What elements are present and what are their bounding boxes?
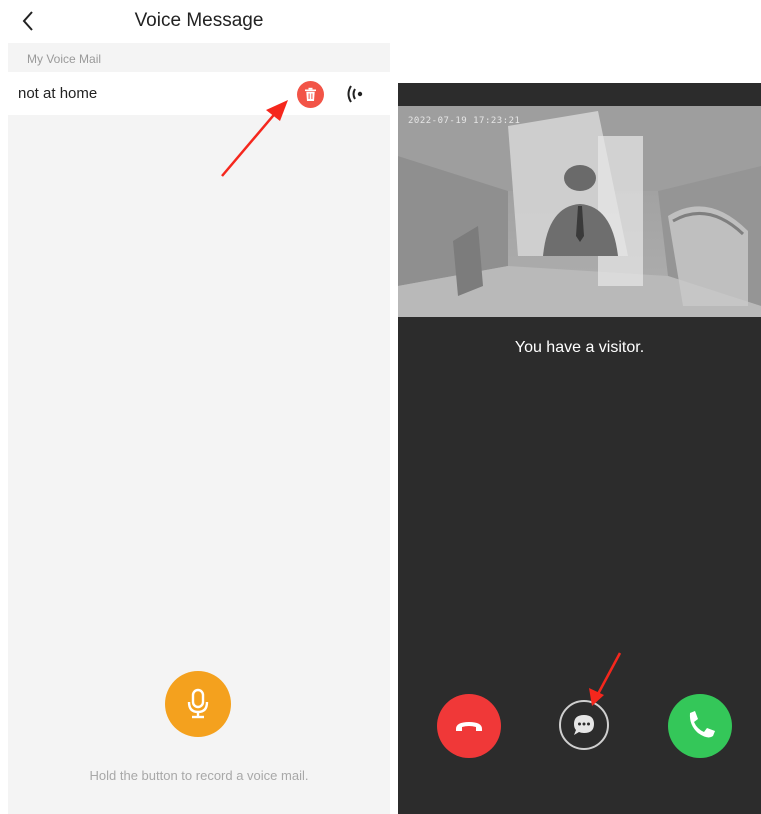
trash-icon (305, 87, 316, 101)
phone-icon (689, 711, 715, 738)
voice-message-screen: Voice Message My Voice Mail not at home (8, 0, 390, 814)
microphone-icon (187, 688, 209, 719)
page-title: Voice Message (134, 10, 264, 31)
visitor-message: You have a visitor. (514, 339, 645, 356)
hang-up-icon (456, 722, 482, 731)
reject-call-button[interactable] (437, 694, 501, 758)
header-bar: Voice Message (8, 0, 390, 43)
record-hint-text: Hold the button to record a voice mail. (89, 768, 309, 783)
chat-bubble-icon (574, 715, 594, 735)
voice-mail-item[interactable]: not at home (8, 72, 390, 115)
incoming-call-screen: 2022-07-19 17:23:21 You have a visitor. (398, 83, 761, 814)
delete-button[interactable] (297, 81, 324, 108)
record-button[interactable] (165, 671, 231, 737)
section-label: My Voice Mail (27, 52, 102, 66)
camera-image (398, 106, 761, 317)
speaker-wave-icon (347, 85, 363, 103)
chat-button[interactable] (559, 700, 609, 750)
accept-call-button[interactable] (668, 694, 732, 758)
play-voice-mail-button[interactable] (344, 82, 366, 106)
camera-timestamp: 2022-07-19 17:23:21 (408, 116, 521, 126)
voice-mail-title: not at home (18, 85, 98, 102)
camera-feed[interactable]: 2022-07-19 17:23:21 (398, 106, 761, 317)
